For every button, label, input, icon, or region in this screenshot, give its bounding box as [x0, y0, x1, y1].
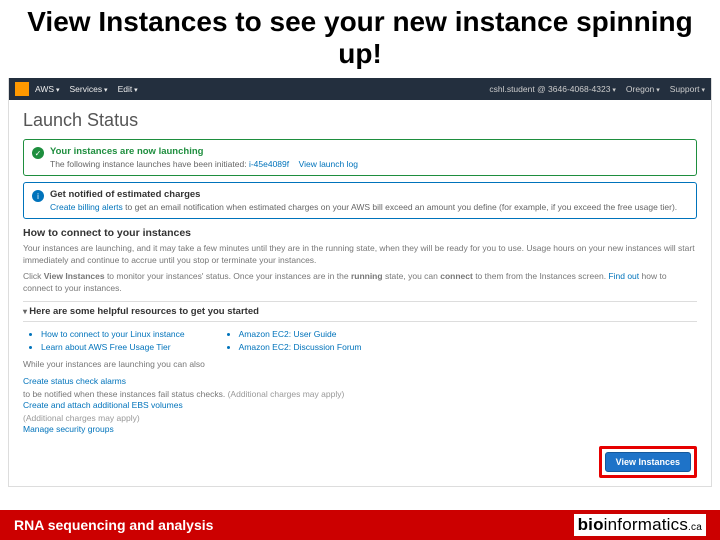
info-title: Get notified of estimated charges [50, 189, 688, 200]
nav-account[interactable]: cshl.student @ 3646-4068-4323 [489, 84, 616, 94]
l1b: to be notified when these instances fail… [23, 389, 228, 399]
billing-info-alert: i Get notified of estimated charges Crea… [23, 182, 697, 219]
resource-link[interactable]: Amazon EC2: User Guide [239, 328, 362, 341]
launch-status-heading: Launch Status [9, 100, 711, 139]
footer-right: bioinformatics.ca [574, 514, 706, 536]
footer-left: RNA sequencing and analysis [14, 517, 213, 533]
nav-aws[interactable]: AWS [35, 84, 60, 94]
p2f: connect [440, 271, 473, 281]
l2b: (Additional charges may apply) [23, 413, 140, 423]
info-icon: i [32, 190, 44, 202]
ebs-link[interactable]: Create and attach additional EBS volumes [23, 399, 697, 413]
slide-footer: RNA sequencing and analysis bioinformati… [0, 510, 720, 540]
connect-p2: Click View Instances to monitor your ins… [23, 271, 697, 295]
success-title: Your instances are now launching [50, 146, 688, 157]
l1c: (Additional charges may apply) [228, 389, 345, 399]
footer-ca: .ca [688, 522, 702, 533]
info-text: to get an email notification when estima… [125, 202, 677, 212]
p2e: state, you can [383, 271, 441, 281]
view-instances-button[interactable]: View Instances [605, 452, 691, 472]
aws-logo-icon [15, 82, 29, 96]
slide-title: View Instances to see your new instance … [0, 0, 720, 74]
aws-navbar: AWS Services Edit cshl.student @ 3646-40… [9, 78, 711, 100]
p2g: to them from the Instances screen. [473, 271, 609, 281]
while-launching-text: While your instances are launching you c… [23, 359, 697, 371]
security-groups-link[interactable]: Manage security groups [23, 423, 697, 437]
connect-heading: How to connect to your instances [23, 227, 697, 239]
resource-link[interactable]: How to connect to your Linux instance [41, 328, 185, 341]
p2a: Click [23, 271, 44, 281]
highlight-box: View Instances [599, 446, 697, 478]
connect-p1: Your instances are launching, and it may… [23, 243, 697, 267]
find-out-link[interactable]: Find out [608, 271, 639, 281]
aws-screenshot: AWS Services Edit cshl.student @ 3646-40… [8, 78, 712, 487]
launch-success-alert: ✓ Your instances are now launching The f… [23, 139, 697, 176]
check-icon: ✓ [32, 147, 44, 159]
nav-services[interactable]: Services [70, 84, 108, 94]
p2d: running [351, 271, 383, 281]
p2c: to monitor your instances' status. Once … [105, 271, 351, 281]
resource-link[interactable]: Learn about AWS Free Usage Tier [41, 341, 185, 354]
nav-region[interactable]: Oregon [626, 84, 660, 94]
footer-bio: bio [578, 515, 604, 534]
view-launch-log-link[interactable]: View launch log [299, 159, 358, 169]
instance-id-link[interactable]: i-45e4089f [249, 159, 289, 169]
success-prefix: The following instance launches have bee… [50, 159, 249, 169]
p2b: View Instances [44, 271, 105, 281]
resource-link[interactable]: Amazon EC2: Discussion Forum [239, 341, 362, 354]
resources-columns: How to connect to your Linux instance Le… [27, 328, 697, 354]
resources-disclosure[interactable]: Here are some helpful resources to get y… [23, 301, 697, 322]
create-billing-alerts-link[interactable]: Create billing alerts [50, 202, 123, 212]
nav-support[interactable]: Support [670, 84, 705, 94]
nav-edit[interactable]: Edit [118, 84, 138, 94]
status-alarms-link[interactable]: Create status check alarms [23, 375, 697, 389]
footer-informatics: informatics [604, 515, 688, 534]
